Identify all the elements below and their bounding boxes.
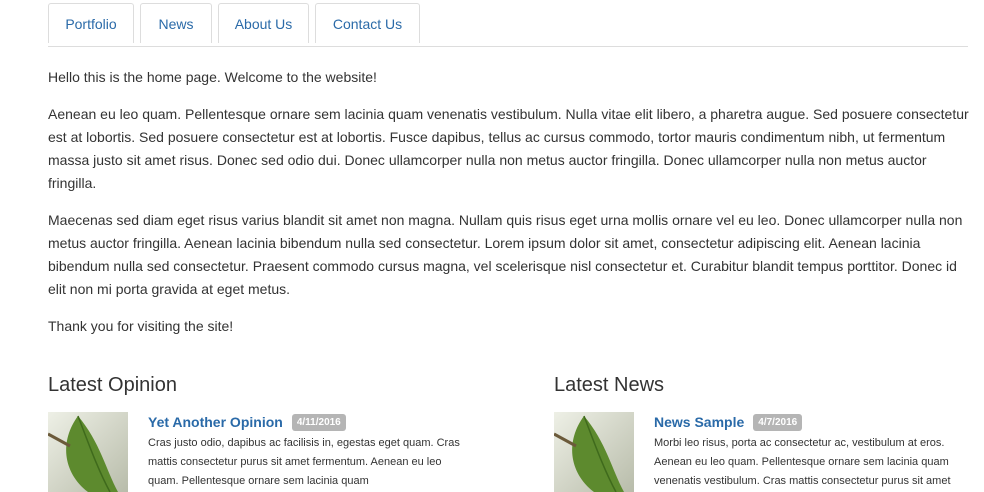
page: Portfolio News About Us Contact Us Hello… [0, 0, 984, 492]
date-badge: 4/11/2016 [291, 413, 346, 431]
date-badge: 4/7/2016 [753, 413, 803, 431]
news-item: News Sample 4/7/2016 Morbi leo risus, po… [554, 412, 974, 492]
tab-contact-us[interactable]: Contact Us [315, 3, 420, 43]
item-title-row: Yet Another Opinion 4/11/2016 [148, 412, 468, 432]
opinion-item: Yet Another Opinion 4/11/2016 Cras justo… [48, 412, 468, 492]
leaf-image-icon[interactable] [48, 412, 128, 492]
opinion-title-link[interactable]: Yet Another Opinion [148, 414, 283, 430]
body-paragraph: Aenean eu leo quam. Pellentesque ornare … [48, 106, 969, 191]
main-content: Hello this is the home page. Welcome to … [48, 66, 970, 352]
body-paragraph: Maecenas sed diam eget risus varius blan… [48, 212, 963, 297]
welcome-text: Hello this is the home page. Welcome to … [48, 69, 377, 85]
nav-tabs: Portfolio News About Us Contact Us [48, 0, 968, 47]
leaf-image-icon[interactable] [554, 412, 634, 492]
tab-portfolio[interactable]: Portfolio [48, 3, 134, 43]
latest-news-section: Latest News News Sample 4/7/2016 Morbi l… [554, 370, 974, 492]
tab-about-us[interactable]: About Us [218, 3, 309, 43]
item-excerpt: Morbi leo risus, porta ac consectetur ac… [654, 437, 951, 487]
latest-opinion-section: Latest Opinion Yet Another Opinion 4/11/… [48, 370, 468, 492]
item-title-row: News Sample 4/7/2016 [654, 412, 974, 432]
tab-news[interactable]: News [140, 3, 212, 43]
item-excerpt: Cras justo odio, dapibus ac facilisis in… [148, 437, 460, 487]
section-heading: Latest News [554, 374, 665, 396]
item-body: Yet Another Opinion 4/11/2016 Cras justo… [148, 412, 468, 491]
item-body: News Sample 4/7/2016 Morbi leo risus, po… [654, 412, 974, 491]
section-heading: Latest Opinion [48, 374, 177, 396]
news-title-link[interactable]: News Sample [654, 414, 744, 430]
thanks-text: Thank you for visiting the site! [48, 318, 234, 334]
